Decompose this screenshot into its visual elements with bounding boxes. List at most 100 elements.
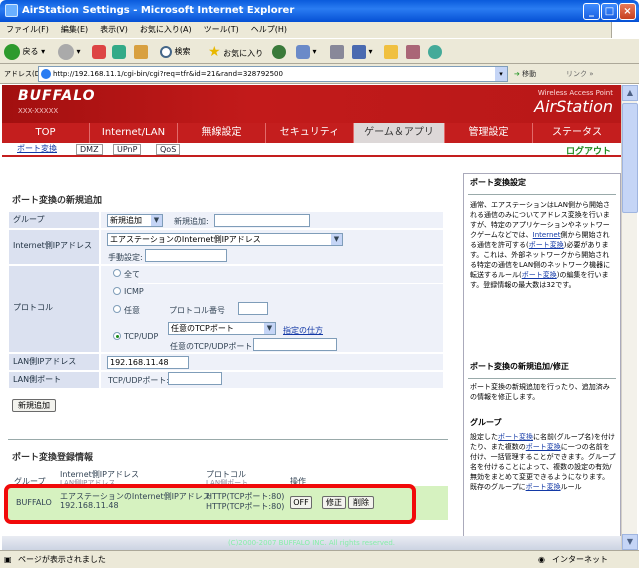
search-icon (160, 45, 172, 58)
tab-security[interactable]: セキュリティ (266, 123, 354, 143)
tcp-udp-port-input[interactable] (253, 338, 337, 351)
scroll-down-icon[interactable]: ▼ (622, 534, 638, 550)
history-button[interactable] (272, 43, 286, 61)
scroll-up-icon[interactable]: ▲ (622, 85, 638, 101)
tab-status[interactable]: ステータス (533, 123, 621, 143)
print-icon (330, 44, 344, 59)
proto-all-radio[interactable] (113, 269, 121, 277)
help-text-port: 通常、エアステーションはLAN側から開始される通信のみについてアドレス変換を行い… (470, 201, 611, 289)
manual-ip-input[interactable] (145, 249, 227, 262)
wap-label: Wireless Access Point (537, 89, 613, 97)
group-name-input[interactable] (214, 214, 310, 227)
mail-icon (296, 44, 310, 59)
menu-file[interactable]: ファイル(F) (6, 25, 49, 34)
maximize-button[interactable]: □ (601, 3, 618, 20)
refresh-icon (112, 44, 126, 59)
refresh-button[interactable] (112, 43, 126, 61)
folder-icon (384, 44, 398, 59)
port-input-label: 任意のTCP/UDPポート: (170, 342, 256, 351)
search-button[interactable]: 検索 (160, 43, 191, 61)
history-icon (272, 44, 286, 59)
discuss-button[interactable] (384, 43, 398, 61)
back-button[interactable]: 戻る ▾ (4, 43, 45, 61)
address-input[interactable]: http://192.168.11.1/cgi-bin/cgi?req=tfr&… (38, 66, 508, 82)
ie-page-icon (41, 69, 51, 79)
highlight-box (4, 484, 416, 524)
menu-edit[interactable]: 編集(E) (61, 25, 88, 34)
lan-ip-label: LAN側IPアドレス (8, 353, 100, 371)
zone-text: インターネット (552, 555, 608, 564)
chevron-down-icon: ▼ (264, 323, 275, 334)
proto-tcpudp-radio[interactable] (113, 332, 121, 340)
protocol-label: プロトコル (8, 265, 100, 353)
go-button[interactable]: ➔ 移動 (514, 64, 536, 84)
windows-logo-icon (611, 22, 639, 38)
lan-port-label: LAN側ポート (8, 371, 100, 389)
tab-admin[interactable]: 管理設定 (445, 123, 533, 143)
ie-app-icon (5, 4, 18, 17)
section-divider (8, 439, 448, 440)
proto-icmp-radio[interactable] (113, 287, 121, 295)
tab-wireless[interactable]: 無線設定 (178, 123, 266, 143)
sub-nav: ポート変換 DMZ UPnP QoS ログアウト (2, 143, 621, 157)
window-titlebar: AirStation Settings - Microsoft Internet… (0, 0, 639, 22)
minimize-button[interactable]: _ (583, 3, 600, 20)
edit-icon (352, 44, 366, 59)
tab-internet-lan[interactable]: Internet/LAN (90, 123, 178, 143)
tab-game-app[interactable]: ゲーム＆アプリ (354, 123, 445, 143)
inet-ip-select[interactable]: エアステーションのInternet側IPアドレス ▼ (107, 233, 343, 246)
print-button[interactable] (330, 43, 344, 61)
logout-link[interactable]: ログアウト (566, 144, 611, 157)
tcp-port-select[interactable]: 任意のTCPポート ▼ (168, 322, 276, 335)
edit-button[interactable]: ▾ (352, 43, 373, 61)
menu-favorites[interactable]: お気に入り(A) (140, 25, 192, 34)
group-select[interactable]: 新規追加 ▼ (107, 214, 163, 227)
menu-view[interactable]: 表示(V) (100, 25, 128, 34)
window-title: AirStation Settings - Microsoft Internet… (22, 5, 295, 16)
help-text-new: ポート変換の新規追加を行ったり、追加済みの情報を修正します。 (470, 383, 610, 401)
stop-button[interactable] (92, 43, 106, 61)
research-icon (406, 44, 420, 59)
mail-button[interactable]: ▾ (296, 43, 317, 61)
subtab-port-forward[interactable]: ポート変換 (14, 144, 60, 155)
port-help-link[interactable]: 指定の仕方 (283, 325, 323, 336)
menu-tools[interactable]: ツール(T) (204, 25, 239, 34)
address-dropdown-icon[interactable]: ▾ (495, 67, 507, 81)
forward-arrow-icon (58, 43, 74, 60)
favorites-button[interactable]: ★ お気に入り (208, 43, 263, 61)
research-button[interactable] (406, 43, 420, 61)
menu-help[interactable]: ヘルプ(H) (251, 25, 287, 34)
main-nav: TOP Internet/LAN 無線設定 セキュリティ ゲーム＆アプリ 管理設… (2, 123, 621, 143)
subtab-upnp[interactable]: UPnP (113, 144, 142, 155)
buffalo-logo: BUFFALO (18, 88, 96, 104)
lan-port-input-label: TCP/UDPポート: (108, 376, 170, 385)
help-divider (468, 378, 616, 379)
buffalo-header: BUFFALO XXX-XXXXX Wireless Access Point … (2, 85, 621, 123)
scroll-thumb[interactable] (622, 103, 638, 213)
links-button[interactable]: リンク » (566, 64, 594, 84)
close-button[interactable]: × (619, 3, 636, 20)
tab-top[interactable]: TOP (2, 123, 90, 143)
lan-ip-input[interactable]: 192.168.11.48 (107, 356, 189, 369)
messenger-icon (428, 44, 442, 59)
lan-port-input[interactable] (168, 372, 222, 385)
section-title-new: ポート変換の新規追加 (12, 196, 103, 206)
subtab-dmz[interactable]: DMZ (76, 144, 103, 155)
proto-divider (138, 283, 444, 284)
group-label: グループ (8, 211, 100, 229)
proto-any-radio[interactable] (113, 305, 121, 313)
subtab-qos[interactable]: QoS (156, 144, 181, 155)
home-button[interactable] (134, 43, 148, 61)
vertical-scrollbar[interactable]: ▲ ▼ (621, 85, 638, 550)
home-icon (134, 44, 148, 59)
inet-ip-label: Internet側IPアドレス (8, 229, 100, 265)
add-new-button[interactable]: 新規追加 (12, 399, 56, 412)
proto-any-label: 任意 (124, 306, 140, 315)
messenger-button[interactable] (428, 43, 442, 61)
help-title-port: ポート変換設定 (470, 178, 526, 187)
status-text: ページが表示されました (18, 555, 106, 564)
help-title-group: グループ (470, 418, 502, 427)
forward-button[interactable]: ▾ (58, 43, 81, 61)
stop-icon (92, 44, 106, 59)
proto-num-input[interactable] (238, 302, 268, 315)
